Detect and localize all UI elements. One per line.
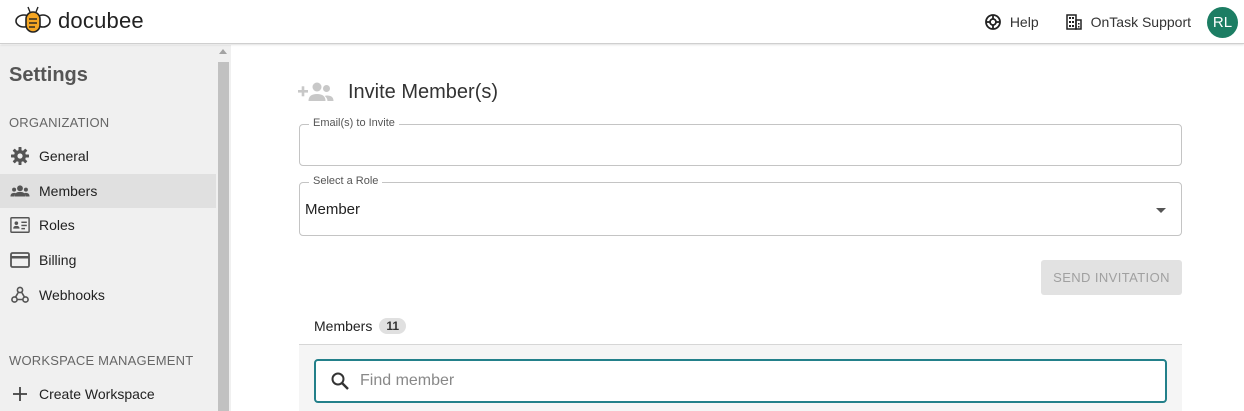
people-icon (10, 181, 30, 201)
sidebar-item-members[interactable]: Members (0, 174, 216, 208)
email-input[interactable] (300, 125, 1181, 165)
scroll-up-arrow-icon[interactable] (219, 49, 227, 54)
credit-card-icon (10, 250, 30, 270)
help-label: Help (1009, 14, 1039, 30)
lifebuoy-icon (984, 13, 1002, 31)
plus-icon (10, 384, 30, 404)
sidebar-title: Settings (9, 64, 88, 86)
scroll-thumb[interactable] (218, 62, 229, 411)
section-heading-organization: ORGANIZATION (9, 115, 110, 130)
logo-text: docubee (58, 8, 144, 33)
bee-logo-icon (14, 6, 52, 36)
member-search-box[interactable] (314, 359, 1167, 403)
sidebar-item-label: Webhooks (39, 287, 105, 303)
caret-down-icon (1156, 208, 1166, 213)
sidebar-item-label: Billing (39, 252, 77, 268)
tab-members[interactable]: Members 11 (314, 318, 407, 334)
sidebar-item-label: General (39, 148, 89, 164)
organization-label: OnTask Support (1090, 14, 1191, 30)
member-search-panel (299, 345, 1182, 411)
top-bar: docubee Help OnTask Support RL (0, 0, 1244, 44)
invite-header: Invite Member(s) (298, 78, 498, 106)
email-field[interactable]: Email(s) to Invite (299, 117, 1182, 166)
sidebar-item-roles[interactable]: Roles (0, 208, 216, 242)
webhook-icon (10, 285, 30, 305)
logo[interactable]: docubee (14, 6, 144, 36)
help-link[interactable]: Help (984, 13, 1039, 31)
send-invitation-button[interactable]: SEND INVITATION (1041, 260, 1182, 295)
id-card-icon (10, 215, 30, 235)
members-count-badge: 11 (379, 318, 407, 334)
building-icon (1065, 13, 1083, 31)
section-heading-workspace: WORKSPACE MANAGEMENT (9, 353, 194, 368)
invite-title: Invite Member(s) (348, 80, 499, 103)
gear-icon (10, 146, 30, 166)
role-select[interactable]: Select a Role Member (299, 175, 1182, 236)
role-select-label: Select a Role (309, 175, 383, 187)
sidebar: Settings ORGANIZATION General Members Ro… (0, 45, 216, 411)
search-icon (330, 371, 350, 391)
sidebar-item-create-workspace[interactable]: Create Workspace (0, 377, 216, 411)
member-search-input[interactable] (360, 361, 1165, 401)
sidebar-item-billing[interactable]: Billing (0, 243, 216, 277)
avatar[interactable]: RL (1207, 6, 1238, 38)
organization-link[interactable]: OnTask Support (1065, 13, 1191, 31)
sidebar-item-general[interactable]: General (0, 139, 216, 173)
sidebar-item-label: Members (39, 183, 98, 199)
add-people-icon (298, 80, 334, 104)
sidebar-item-label: Create Workspace (39, 386, 155, 402)
sidebar-item-label: Roles (39, 217, 75, 233)
sidebar-scrollbar[interactable] (216, 45, 231, 411)
members-tab-label: Members (314, 318, 373, 334)
sidebar-item-webhooks[interactable]: Webhooks (0, 278, 216, 312)
role-select-value: Member (305, 201, 361, 218)
